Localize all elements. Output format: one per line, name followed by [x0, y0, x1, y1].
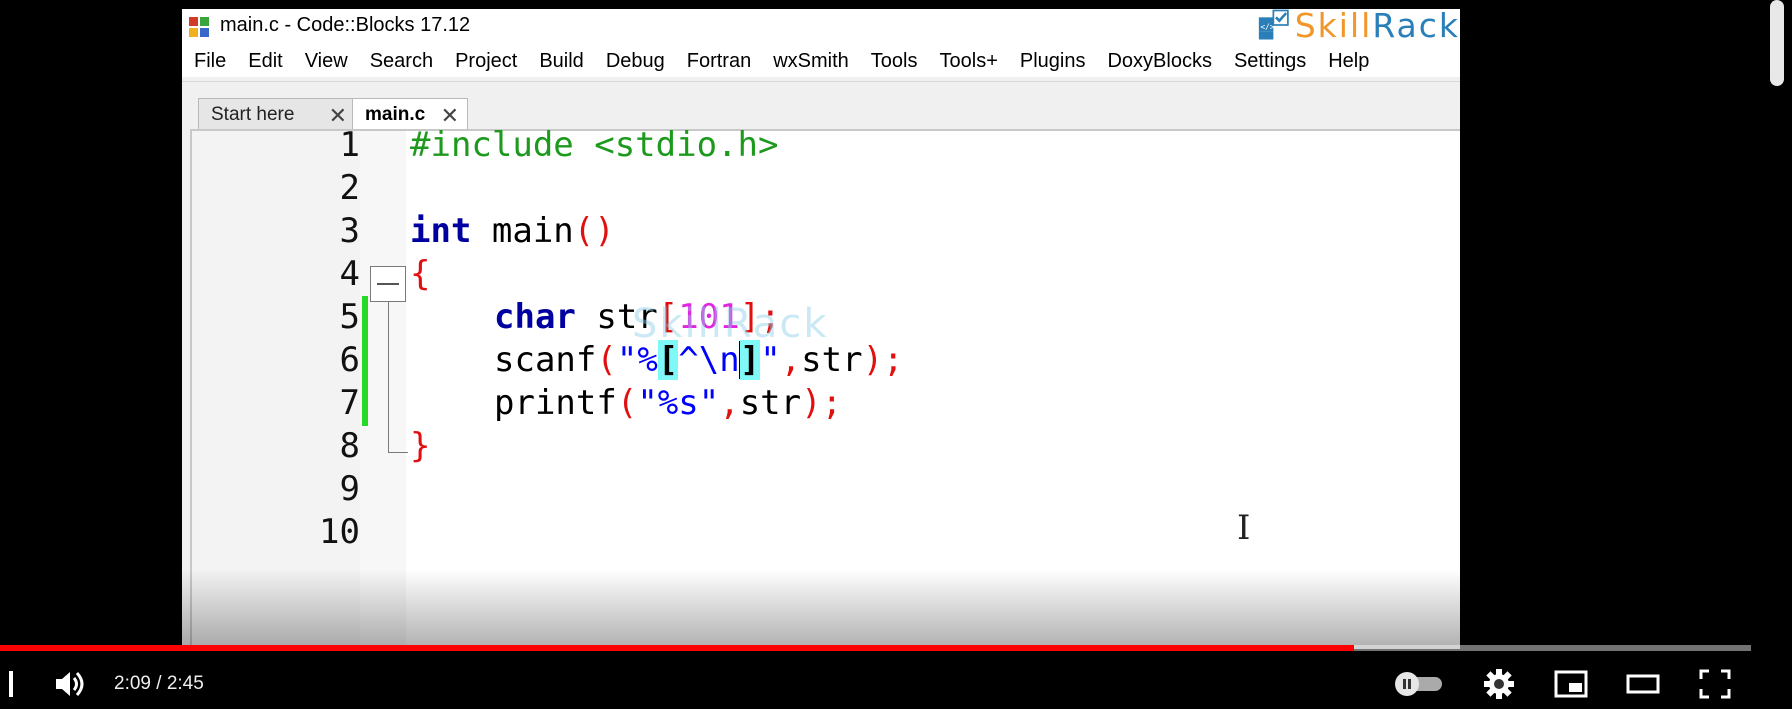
menu-debug[interactable]: Debug: [595, 50, 676, 73]
string-format: "%s": [637, 383, 720, 423]
paren-open: (: [616, 383, 638, 423]
video-progress-fill: [0, 645, 1355, 651]
paren-open: (: [596, 340, 617, 380]
editor-tab-strip: Start here ✕ main.c ✕: [182, 81, 1460, 132]
code-line-1: #include <stdio.h>: [410, 125, 779, 165]
line-number: 8: [339, 426, 360, 466]
skillrack-logo: </> SkillRack: [1255, 9, 1460, 47]
menu-build[interactable]: Build: [528, 50, 594, 73]
miniplayer-icon[interactable]: [1551, 662, 1591, 706]
line-number: 3: [339, 211, 360, 251]
code-line-3: int main(): [410, 211, 615, 251]
line-number: 5: [339, 297, 360, 337]
keyword-char: char: [494, 297, 576, 337]
logo-skill: Skill: [1294, 9, 1373, 45]
menu-wxsmith[interactable]: wxSmith: [762, 50, 860, 73]
menu-tools[interactable]: Tools: [860, 50, 929, 73]
menu-settings[interactable]: Settings: [1223, 50, 1317, 73]
identifier-main: main: [471, 211, 574, 251]
volume-icon[interactable]: [50, 662, 90, 706]
paren-close-semicolon: );: [801, 383, 843, 423]
line-number: 6: [339, 340, 360, 380]
fullscreen-icon[interactable]: [1695, 662, 1735, 706]
identifier-printf: printf: [494, 383, 617, 423]
settings-gear-icon[interactable]: [1479, 662, 1519, 706]
tab-start-here-label: Start here: [211, 103, 295, 125]
page-scrollbar[interactable]: [1770, 0, 1784, 86]
keyword-int: int: [410, 211, 472, 251]
menu-plugins[interactable]: Plugins: [1009, 50, 1097, 73]
menu-file[interactable]: File: [182, 50, 237, 73]
codeblocks-window: main.c - Code::Blocks 17.12 </> SkillRac…: [182, 9, 1460, 649]
menu-tools-plus[interactable]: Tools+: [929, 50, 1009, 73]
window-title: main.c - Code::Blocks 17.12: [220, 14, 471, 36]
next-icon[interactable]: [0, 662, 16, 706]
codeblocks-app-icon: [189, 17, 209, 37]
line-number: 1: [339, 125, 360, 165]
change-marker-bar: [362, 296, 368, 426]
line-number: 9: [339, 469, 360, 509]
fold-guide-line: [388, 302, 389, 452]
menu-project[interactable]: Project: [444, 50, 528, 73]
skillrack-watermark: SkillRack: [632, 301, 829, 347]
svg-text:</>: </>: [1261, 22, 1275, 31]
video-progress-bar[interactable]: [0, 645, 1751, 651]
menu-edit[interactable]: Edit: [237, 50, 293, 73]
menu-view[interactable]: View: [294, 50, 359, 73]
ibeam-cursor-icon: I: [1237, 508, 1251, 548]
line-number: 10: [319, 512, 360, 552]
paren-close-semicolon: );: [862, 340, 904, 380]
time-display: 2:09 / 2:45: [114, 673, 204, 694]
player-controls: [0, 662, 1792, 706]
menu-fortran[interactable]: Fortran: [676, 50, 762, 73]
title-bar: main.c - Code::Blocks 17.12 </> SkillRac…: [182, 9, 1460, 47]
code-line-7: printf("%s",str);: [494, 383, 842, 423]
skillrack-logo-icon: </>: [1258, 9, 1289, 40]
identifier-str-arg: str: [739, 383, 802, 423]
menu-bar: File Edit View Search Project Build Debu…: [182, 45, 1460, 77]
line-number: 7: [339, 383, 360, 423]
logo-rack: Rack: [1372, 9, 1460, 45]
theater-mode-icon[interactable]: [1623, 662, 1663, 706]
comma: ,: [719, 383, 740, 423]
line-number: 2: [339, 168, 360, 208]
menu-help[interactable]: Help: [1317, 50, 1380, 73]
parens: (): [573, 211, 615, 251]
menu-doxyblocks[interactable]: DoxyBlocks: [1096, 50, 1222, 73]
fold-collapse-icon[interactable]: [370, 266, 406, 302]
fold-guide-end: [388, 452, 408, 453]
menu-search[interactable]: Search: [359, 50, 444, 73]
tab-main-c-label: main.c: [365, 103, 426, 125]
code-line-8: }: [410, 426, 431, 466]
code-line-4: {: [410, 254, 431, 294]
autoplay-toggle[interactable]: [1393, 662, 1447, 706]
identifier-scanf: scanf: [494, 340, 597, 380]
line-number: 4: [339, 254, 360, 294]
skillrack-logo-text: SkillRack: [1295, 9, 1460, 45]
